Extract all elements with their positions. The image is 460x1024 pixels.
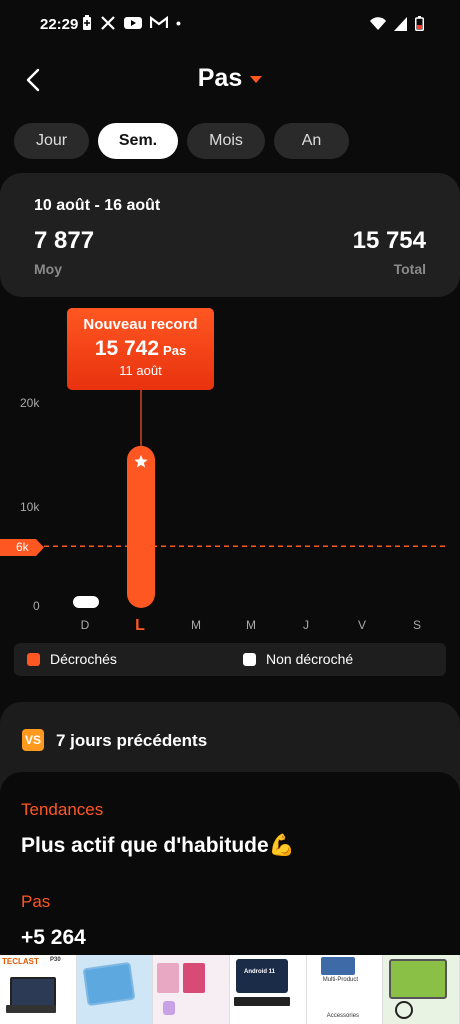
x-label-fri[interactable]: V [352, 618, 372, 632]
status-bar: 22:29 • [0, 0, 460, 52]
battery-saver-icon [83, 15, 91, 30]
tab-week[interactable]: Sem. [98, 123, 178, 159]
y-tick-20k: 20k [20, 396, 40, 410]
tablet-image [389, 959, 448, 999]
keyboard-image [6, 1005, 56, 1013]
date-range: 10 août - 16 août [34, 197, 161, 214]
legend-achieved-label: Décrochés [50, 651, 117, 667]
trends-heading: Tendances [21, 800, 104, 819]
tab-day[interactable]: Jour [14, 123, 89, 159]
mouse-image [163, 1001, 176, 1015]
signal-icon [394, 16, 407, 31]
tablet-image [183, 963, 206, 993]
mail-icon [150, 16, 168, 28]
x-label-sun[interactable]: D [75, 618, 95, 632]
tablet-image [236, 959, 289, 993]
ad-tile-keyboard[interactable]: TECLAST P30 [0, 955, 77, 1024]
goal-label: 6k [16, 540, 29, 554]
record-tooltip: Nouveau record 15 742 Pas 11 août [67, 308, 214, 390]
ad-tile-pink-case[interactable] [153, 955, 231, 1024]
page-title: Pas [197, 64, 243, 92]
record-unit: Pas [163, 343, 187, 358]
system-icons [370, 16, 424, 31]
tablet-image [320, 957, 355, 975]
total-label: Total [393, 261, 426, 277]
x-label-mon[interactable]: L [130, 617, 150, 635]
ad-banner[interactable]: TECLAST P30 Android 11 Multi-Product Acc… [0, 955, 460, 1024]
ad-brand: TECLAST [2, 957, 39, 966]
cable-image [395, 1001, 414, 1019]
ad-badge: Android 11 [244, 969, 276, 975]
vs-icon: VS [22, 729, 44, 751]
ad-tile-green-tablet[interactable] [383, 955, 460, 1024]
x-label-thu[interactable]: J [296, 618, 316, 632]
steps-heading: Pas [21, 892, 51, 911]
legend-not-achieved-label: Non décroché [266, 651, 354, 667]
more-notifications-dot: • [176, 15, 181, 31]
ad-tile-android[interactable]: Android 11 [230, 955, 307, 1024]
total-value: 15 754 [352, 227, 426, 254]
page-title-dropdown[interactable]: Pas [0, 64, 460, 93]
average-label: Moy [34, 261, 62, 277]
bar-L-1 [127, 445, 155, 608]
youtube-icon [124, 17, 142, 29]
y-tick-10k: 10k [20, 500, 40, 514]
ad-model: P30 [50, 957, 61, 963]
caret-down-icon [250, 75, 263, 83]
y-tick-0: 0 [33, 599, 40, 613]
legend-achieved-swatch [27, 652, 40, 666]
battery-icon [415, 16, 424, 31]
tab-year[interactable]: An [274, 123, 349, 159]
x-label-tue[interactable]: M [186, 618, 206, 632]
ad-tile-multi-product[interactable]: Multi-Product Accessories [306, 955, 384, 1024]
average-value: 7 877 [34, 227, 95, 254]
status-time: 22:29 [40, 16, 79, 33]
chart-legend: Décrochés Non décroché [14, 643, 446, 676]
tablet-image [82, 961, 136, 1007]
previous-days-title: 7 jours précédents [56, 731, 208, 750]
goal-tag: 6k [0, 539, 44, 556]
ad-caption: Multi-Product [322, 977, 359, 983]
x-label-wed[interactable]: M [241, 618, 261, 632]
notification-icons: • [82, 15, 181, 31]
legend-not-achieved: Non décroché [243, 651, 353, 667]
record-value: 15 742 [94, 337, 160, 360]
keyboard-image [234, 997, 291, 1006]
x-label-sat[interactable]: S [407, 618, 427, 632]
record-date: 11 août [119, 363, 162, 378]
x-app-icon [101, 16, 115, 30]
wifi-icon [370, 16, 386, 30]
steps-difference: +5 264 [21, 926, 86, 949]
trends-text: Plus actif que d'habitude💪 [21, 834, 295, 857]
case-image [157, 963, 180, 993]
legend-not-achieved-swatch [243, 652, 256, 666]
summary-card: 10 août - 16 août 7 877 Moy 15 754 Total [0, 173, 460, 297]
record-value-row: 15 742 Pas [67, 337, 214, 361]
ad-accessories: Accessories [326, 1013, 360, 1019]
bar-D-0 [73, 596, 99, 608]
tab-month[interactable]: Mois [187, 123, 265, 159]
ad-tile-blue-tablet[interactable] [76, 955, 154, 1024]
legend-achieved: Décrochés [27, 651, 117, 667]
period-tabs: Jour Sem. Mois An [14, 123, 349, 159]
record-title: Nouveau record [83, 316, 198, 333]
